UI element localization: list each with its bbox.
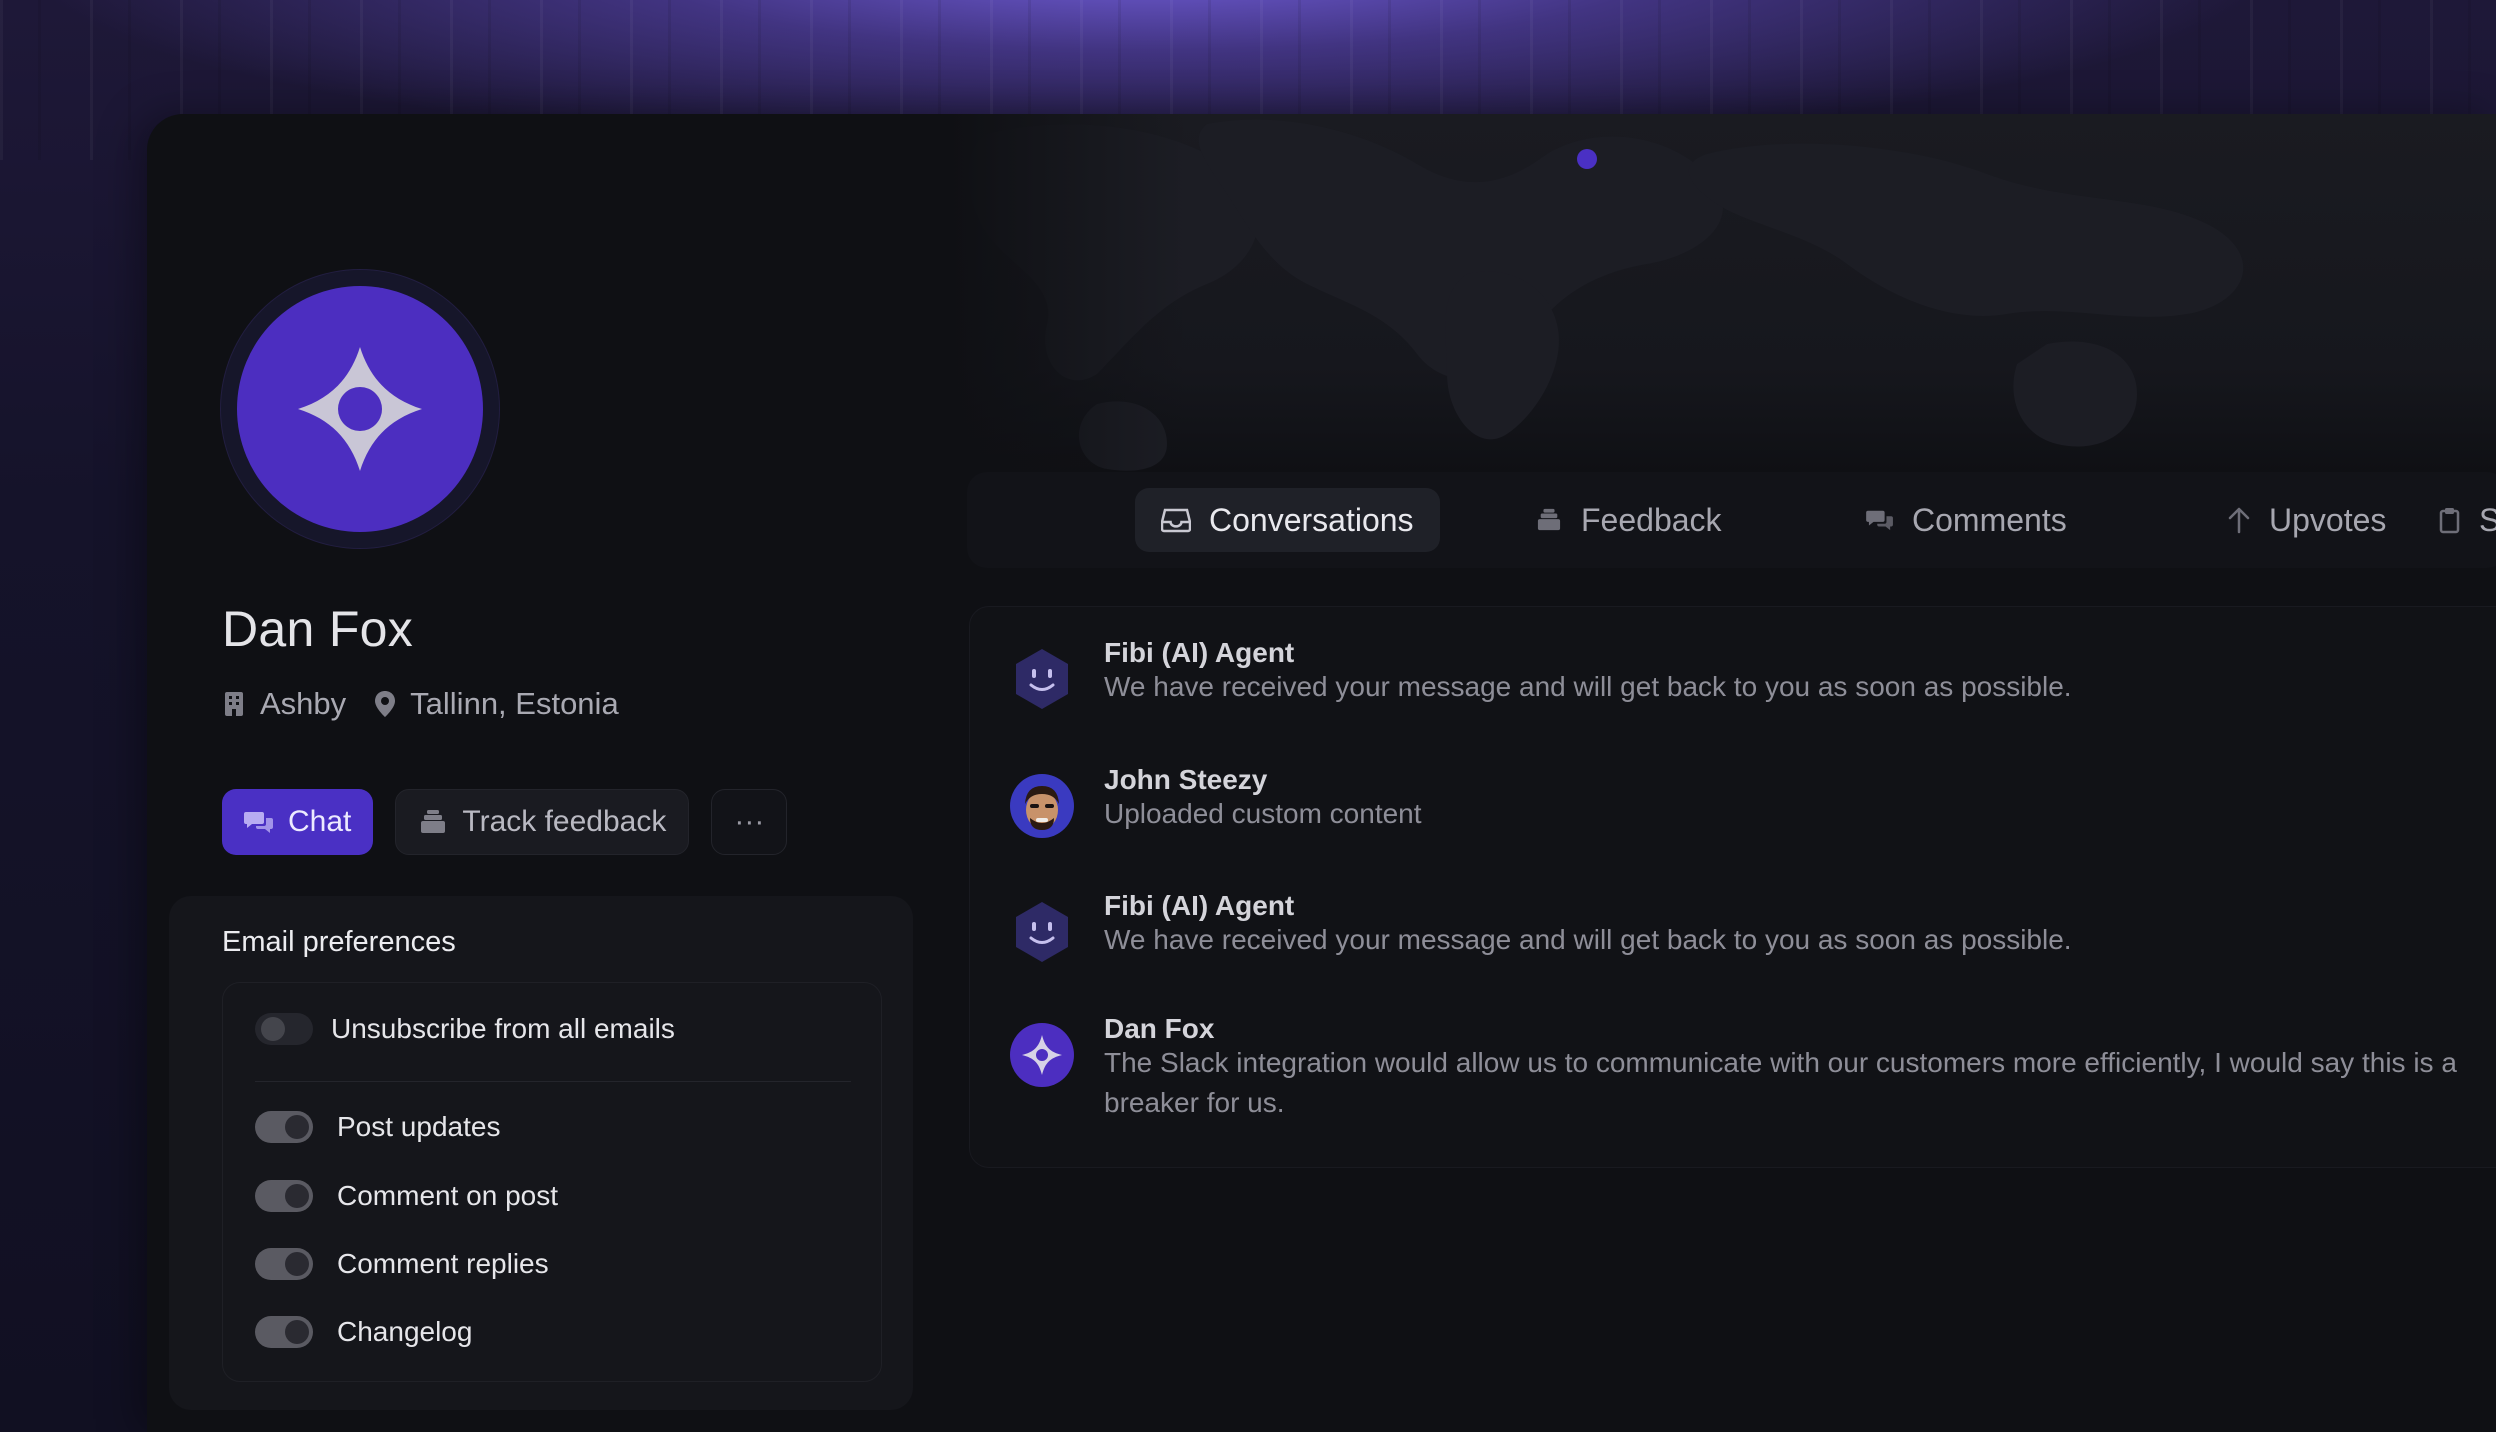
tab-label: Feedback <box>1581 501 1722 538</box>
tab-label: Upvotes <box>2269 501 2387 538</box>
map-pin-icon <box>375 691 396 717</box>
bot-icon <box>1016 649 1068 709</box>
author-name: John Steezy <box>1104 764 1268 795</box>
tab-label: Comments <box>1912 501 2067 538</box>
comment-replies-toggle[interactable] <box>255 1248 313 1280</box>
arrow-up-icon <box>2228 507 2250 534</box>
email-preferences-list: Unsubscribe from all emails Post updates… <box>222 982 882 1382</box>
chat-bubbles-icon <box>1866 510 1893 531</box>
message-text: The Slack integration would allow us to … <box>1104 1047 2457 1118</box>
user-memoji-icon <box>1010 774 1074 838</box>
location: Tallinn, Estonia <box>374 686 619 722</box>
clipboard-icon <box>2439 508 2460 534</box>
profile-tabs: Conversations Feedback Comments Upvotes <box>967 472 2496 568</box>
building-icon <box>225 692 243 716</box>
email-preferences-title: Email preferences <box>222 926 456 958</box>
tab-su[interactable]: Su <box>2411 488 2496 552</box>
unsubscribe-row: Unsubscribe from all emails <box>255 1013 675 1045</box>
unsubscribe-toggle[interactable] <box>255 1013 313 1045</box>
company-name: Ashby <box>260 686 347 721</box>
profile-actions: Chat Track feedback ··· <box>222 789 788 855</box>
chat-button-label: Chat <box>288 805 352 838</box>
email-preferences-card: Email preferences Unsubscribe from all e… <box>169 896 913 1410</box>
more-icon: ··· <box>734 805 765 838</box>
location-dot <box>1577 149 1597 169</box>
message-text: We have received your message and will g… <box>1104 671 2072 702</box>
author-name: Fibi (AI) Agent <box>1104 637 1295 668</box>
post-updates-toggle[interactable] <box>255 1111 313 1143</box>
message-text: We have received your message and will g… <box>1104 924 2072 955</box>
chat-bubbles-icon <box>244 812 273 833</box>
tab-comments[interactable]: Comments <box>1840 488 2093 552</box>
world-map-graphic <box>968 119 2244 471</box>
pref-post-updates: Post updates <box>255 1111 500 1143</box>
chat-button[interactable]: Chat <box>222 789 374 855</box>
diamond-logo-icon <box>1010 1023 1074 1087</box>
company: Ashby <box>222 686 346 722</box>
profile-meta: Ashby Tallinn, Estonia <box>222 686 633 722</box>
track-feedback-label: Track feedback <box>462 805 667 838</box>
tab-feedback[interactable]: Feedback <box>1509 488 1748 552</box>
pref-label: Comment replies <box>337 1248 549 1279</box>
tab-upvotes[interactable]: Upvotes <box>2201 488 2412 552</box>
profile-panel: Dan Fox Ashby Tallinn, Estonia Chat Trac… <box>147 114 2496 1432</box>
pref-comment-replies: Comment replies <box>255 1248 549 1280</box>
more-options-button[interactable]: ··· <box>711 789 788 855</box>
pref-label: Comment on post <box>337 1180 558 1211</box>
comment-on-post-toggle[interactable] <box>255 1180 313 1212</box>
tab-conversations[interactable]: Conversations <box>1135 488 1440 552</box>
avatar <box>237 286 483 532</box>
stack-icon <box>421 810 446 833</box>
diamond-logo-icon <box>298 347 422 471</box>
divider <box>255 1081 851 1082</box>
changelog-toggle[interactable] <box>255 1316 313 1348</box>
stack-icon <box>1537 508 1561 531</box>
pref-changelog: Changelog <box>255 1316 472 1348</box>
inbox-icon <box>1161 508 1191 533</box>
pref-label: Post updates <box>337 1111 501 1142</box>
tab-label: Su <box>2479 501 2496 538</box>
unsubscribe-label: Unsubscribe from all emails <box>331 1013 675 1044</box>
track-feedback-button[interactable]: Track feedback <box>395 789 690 855</box>
bot-icon <box>1016 902 1068 962</box>
pref-comment-on-post: Comment on post <box>255 1180 558 1212</box>
author-name: Fibi (AI) Agent <box>1104 890 1295 921</box>
profile-name: Dan Fox <box>222 601 414 657</box>
pref-label: Changelog <box>337 1316 473 1347</box>
location-name: Tallinn, Estonia <box>410 686 619 721</box>
tab-label: Conversations <box>1209 501 1414 538</box>
message-text: Uploaded custom content <box>1104 798 1422 829</box>
world-map-banner <box>947 114 2496 474</box>
author-name: Dan Fox <box>1104 1013 1215 1044</box>
conversations-list: Fibi (AI) Agent We have received your me… <box>969 606 2496 1168</box>
